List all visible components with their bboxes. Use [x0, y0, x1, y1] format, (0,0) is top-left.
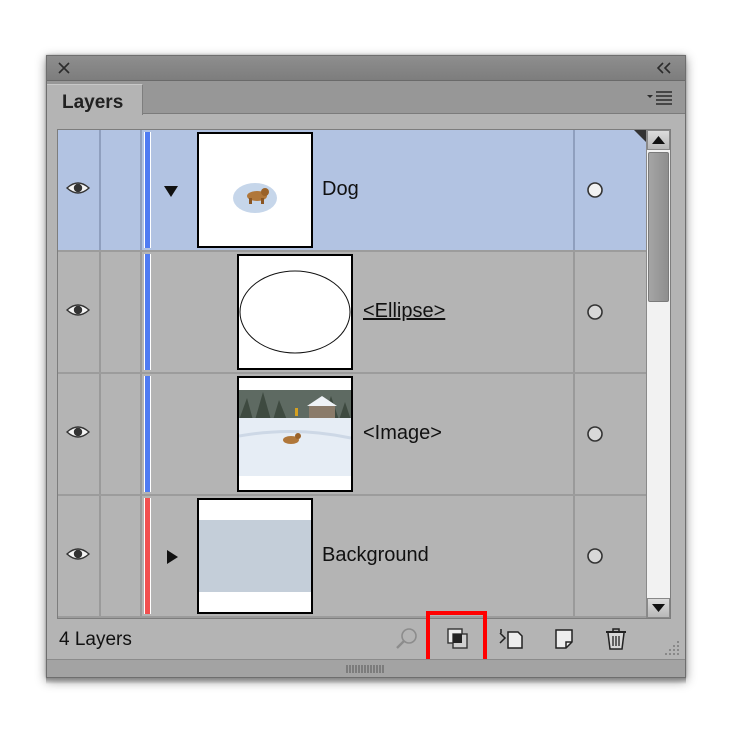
tab-layers[interactable]: Layers	[47, 84, 143, 115]
eye-icon[interactable]	[66, 302, 90, 318]
layers-panel: Layers Dog <Ellipse> <Image> Background …	[46, 55, 686, 678]
arrow-down-icon	[652, 604, 665, 612]
eye-icon[interactable]	[66, 424, 90, 440]
layer-thumbnail	[237, 376, 353, 492]
layers-list: Dog <Ellipse> <Image> Background	[57, 129, 671, 619]
layer-row-image[interactable]: <Image>	[58, 374, 646, 496]
layer-row-ellipse[interactable]: <Ellipse>	[58, 252, 646, 374]
expand-triangle-right-icon[interactable]	[164, 549, 180, 565]
arrow-up-icon	[652, 136, 665, 144]
target-circle-icon[interactable]	[586, 547, 604, 565]
trash-icon[interactable]	[603, 626, 629, 652]
layer-name[interactable]: <Image>	[363, 422, 442, 445]
vertical-scrollbar[interactable]	[646, 130, 670, 618]
grip-dots-icon	[346, 665, 384, 673]
layer-thumbnail	[197, 498, 313, 614]
layer-count-label: 4 Layers	[59, 629, 132, 650]
layer-color-bar	[144, 498, 151, 614]
create-sublayer-icon[interactable]	[498, 626, 524, 652]
layer-color-bar	[144, 132, 151, 248]
eye-icon[interactable]	[66, 546, 90, 562]
resize-grip-icon[interactable]	[663, 640, 681, 656]
selection-corner-marker	[634, 130, 646, 142]
make-clipping-mask-icon[interactable]	[445, 626, 471, 652]
create-layer-icon[interactable]	[551, 626, 577, 652]
layer-name[interactable]: Dog	[322, 178, 359, 201]
layer-thumbnail	[237, 254, 353, 370]
eye-icon[interactable]	[66, 180, 90, 196]
panel-menu-icon[interactable]	[647, 91, 673, 105]
layer-name[interactable]: Background	[322, 544, 429, 567]
close-icon[interactable]	[56, 60, 72, 76]
layer-color-bar	[144, 254, 151, 370]
target-circle-icon[interactable]	[586, 181, 604, 199]
layer-row-dog[interactable]: Dog	[58, 130, 646, 252]
expand-triangle-down-icon[interactable]	[163, 183, 179, 199]
double-chevron-icon[interactable]	[655, 61, 673, 75]
target-circle-icon[interactable]	[586, 425, 604, 443]
scroll-thumb[interactable]	[648, 152, 669, 302]
layer-thumbnail	[197, 132, 313, 248]
locate-object-icon[interactable]	[394, 626, 420, 652]
target-circle-icon[interactable]	[586, 303, 604, 321]
scroll-down-button[interactable]	[647, 598, 670, 618]
panel-titlebar	[47, 56, 685, 81]
panel-resize-bar[interactable]	[47, 659, 685, 677]
panel-footer: 4 Layers	[47, 611, 685, 672]
panel-shadow-strip	[46, 678, 686, 684]
layer-row-background[interactable]: Background	[58, 496, 646, 618]
panel-tabbar: Layers	[47, 81, 685, 115]
layer-name[interactable]: <Ellipse>	[363, 300, 445, 323]
scroll-up-button[interactable]	[647, 130, 670, 150]
layer-color-bar	[144, 376, 151, 492]
